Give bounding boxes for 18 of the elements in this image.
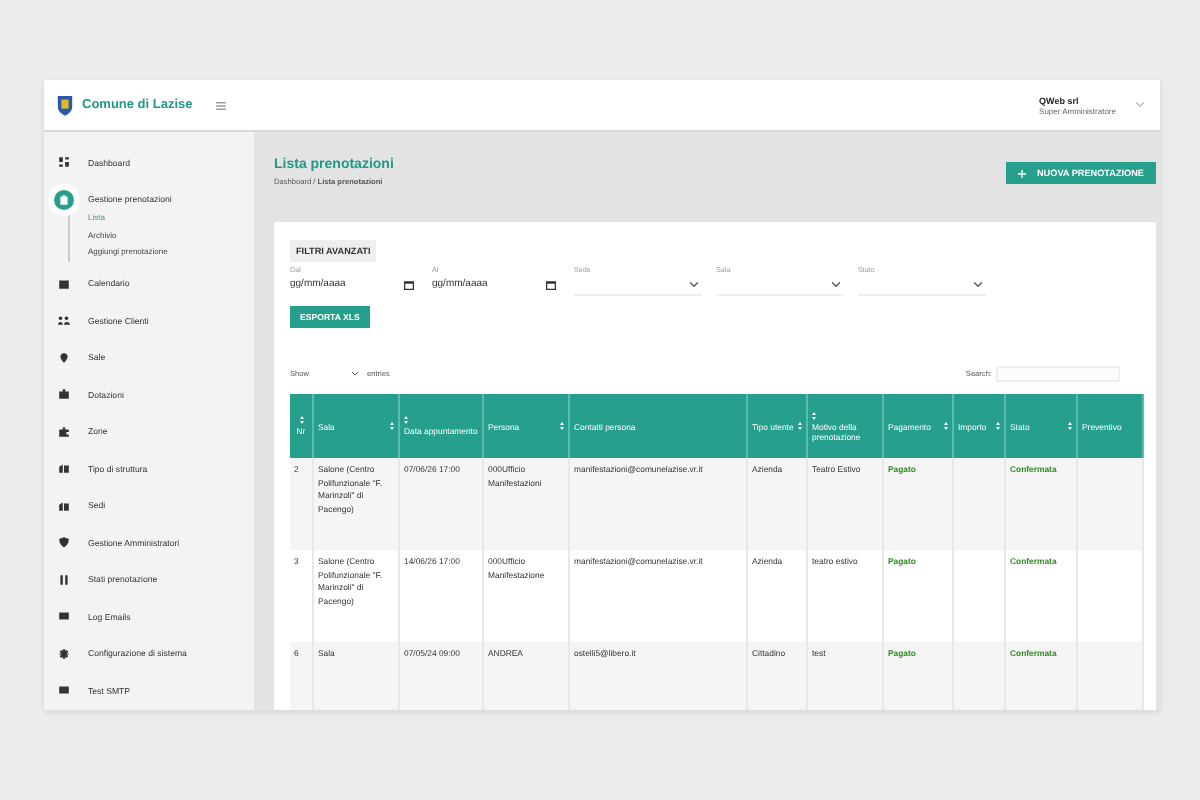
chevron-icon bbox=[832, 281, 840, 287]
pin-icon bbox=[58, 351, 70, 364]
briefcase-icon bbox=[58, 388, 70, 401]
shield-icon bbox=[56, 94, 74, 116]
clipboard-icon bbox=[58, 193, 70, 206]
grid-icon bbox=[58, 156, 70, 169]
gear-icon bbox=[58, 647, 70, 660]
puzzle-icon bbox=[58, 425, 70, 438]
building-icon bbox=[58, 462, 70, 475]
bars-icon bbox=[58, 573, 70, 586]
shield-icon bbox=[58, 536, 70, 549]
plus-icon bbox=[1018, 169, 1027, 177]
menu-icon[interactable] bbox=[216, 101, 227, 109]
chevron-icon bbox=[1136, 102, 1144, 108]
people-icon bbox=[58, 314, 70, 327]
chevron-icon bbox=[974, 281, 982, 287]
building-icon bbox=[58, 499, 70, 512]
chevron-icon bbox=[690, 281, 698, 287]
